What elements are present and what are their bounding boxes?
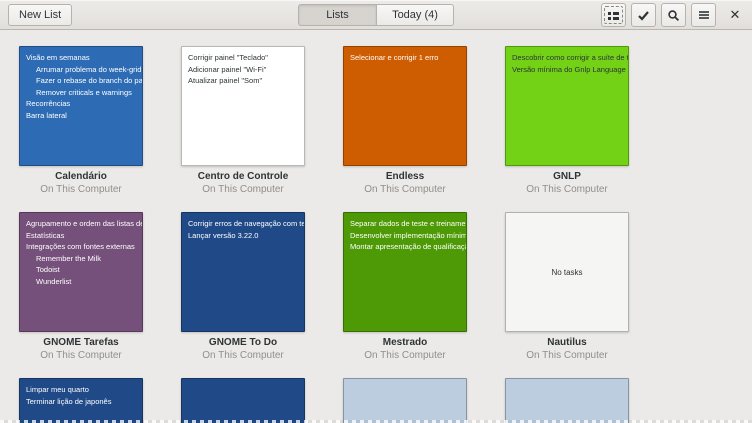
tab-lists[interactable]: Lists <box>298 4 376 26</box>
list-cell: Limpar meu quartoTerminar lição de japon… <box>19 378 143 423</box>
task-item: Integrações com fontes externas <box>26 241 142 253</box>
close-button[interactable]: ✕ <box>724 3 746 27</box>
task-item: Fazer o rebase do branch do pandusor <box>26 75 142 87</box>
menu-icon <box>698 9 710 21</box>
task-item: Remover criticals e warnings <box>26 87 142 99</box>
task-item: Limpar meu quarto <box>26 384 142 396</box>
task-item: Estatísticas <box>26 230 142 242</box>
list-title: Endless <box>343 171 467 183</box>
list-location: On This Computer <box>505 349 629 362</box>
list-title: GNOME Tarefas <box>19 337 143 349</box>
list-cell <box>343 378 467 423</box>
task-list-card[interactable]: Separar dados de teste e treinamentoDese… <box>343 212 467 332</box>
list-cell: Visão em semanasArrumar problema do week… <box>19 46 143 196</box>
task-list-card[interactable] <box>181 378 305 423</box>
task-list-card[interactable]: Selecionar e corrigir 1 erro <box>343 46 467 166</box>
list-location: On This Computer <box>19 349 143 362</box>
list-cell: Separar dados de teste e treinamentoDese… <box>343 212 467 362</box>
task-item: Todoist <box>26 264 142 276</box>
list-title: Mestrado <box>343 337 467 349</box>
tab-today[interactable]: Today (4) <box>376 4 454 26</box>
task-item: Separar dados de teste e treinamento <box>350 218 466 230</box>
task-item: Atualizar painel "Som" <box>188 75 304 87</box>
menu-button[interactable] <box>691 3 716 27</box>
list-cell: Corrigir painel "Teclado"Adicionar paine… <box>181 46 305 196</box>
lists-grid: Visão em semanasArrumar problema do week… <box>0 30 752 423</box>
task-item: Barra lateral <box>26 110 142 122</box>
view-switcher: Lists Today (4) <box>298 4 454 26</box>
task-item: Montar apresentação de qualificação <box>350 241 466 253</box>
list-cell: Corrigir erros de navegação com tecladoL… <box>181 212 305 362</box>
task-item: Versão mínima do Gnlp Language Tool <box>512 64 628 76</box>
task-item: Corrigir painel "Teclado" <box>188 52 304 64</box>
task-list-card[interactable]: No tasks <box>505 212 629 332</box>
list-cell: Descobrir como corrigir a suíte de teste… <box>505 46 629 196</box>
list-title: GNOME To Do <box>181 337 305 349</box>
list-cell: Selecionar e corrigir 1 erro Endless On … <box>343 46 467 196</box>
search-button[interactable] <box>661 3 686 27</box>
task-item: Visão em semanas <box>26 52 142 64</box>
task-list-card[interactable]: Corrigir painel "Teclado"Adicionar paine… <box>181 46 305 166</box>
view-list-icon <box>607 9 620 22</box>
header-actions: ✕ <box>601 3 746 27</box>
list-title: Centro de Controle <box>181 171 305 183</box>
task-item: Corrigir erros de navegação com teclado <box>188 218 304 230</box>
list-location: On This Computer <box>343 183 467 196</box>
list-location: On This Computer <box>505 183 629 196</box>
new-list-button[interactable]: New List <box>8 4 72 26</box>
task-item: Recorrências <box>26 98 142 110</box>
task-item: Adicionar painel "Wi-Fi" <box>188 64 304 76</box>
close-icon: ✕ <box>730 7 741 23</box>
list-cell <box>505 378 629 423</box>
task-list-card[interactable]: Visão em semanasArrumar problema do week… <box>19 46 143 166</box>
task-list-card[interactable]: Limpar meu quartoTerminar lição de japon… <box>19 378 143 423</box>
list-location: On This Computer <box>181 349 305 362</box>
list-title: Calendário <box>19 171 143 183</box>
empty-state-label: No tasks <box>506 213 628 331</box>
list-cell <box>181 378 305 423</box>
task-item: Desenvolver implementação mínima <box>350 230 466 242</box>
task-item: Agrupamento e ordem das listas de tarefa… <box>26 218 142 230</box>
list-title: Nautilus <box>505 337 629 349</box>
task-item: Descobrir como corrigir a suíte de teste… <box>512 52 628 64</box>
search-icon <box>667 9 680 22</box>
selection-mode-button[interactable] <box>631 3 656 27</box>
list-cell: Agrupamento e ordem das listas de tarefa… <box>19 212 143 362</box>
task-list-card[interactable] <box>343 378 467 423</box>
task-item: Remember the Milk <box>26 253 142 265</box>
task-item: Wunderlist <box>26 276 142 288</box>
list-cell: No tasks Nautilus On This Computer <box>505 212 629 362</box>
list-location: On This Computer <box>343 349 467 362</box>
view-list-button[interactable] <box>601 3 626 27</box>
task-list-card[interactable]: Descobrir como corrigir a suíte de teste… <box>505 46 629 166</box>
task-item: Selecionar e corrigir 1 erro <box>350 52 466 64</box>
list-title: GNLP <box>505 171 629 183</box>
task-item: Arrumar problema do week-grid <box>26 64 142 76</box>
header-bar: New List Lists Today (4) <box>0 0 752 30</box>
checkmark-icon <box>637 9 650 22</box>
task-item: Lançar versão 3.22.0 <box>188 230 304 242</box>
list-location: On This Computer <box>181 183 305 196</box>
list-location: On This Computer <box>19 183 143 196</box>
task-list-card[interactable]: Corrigir erros de navegação com tecladoL… <box>181 212 305 332</box>
task-list-card[interactable]: Agrupamento e ordem das listas de tarefa… <box>19 212 143 332</box>
task-list-card[interactable] <box>505 378 629 423</box>
task-item: Terminar lição de japonês <box>26 396 142 408</box>
